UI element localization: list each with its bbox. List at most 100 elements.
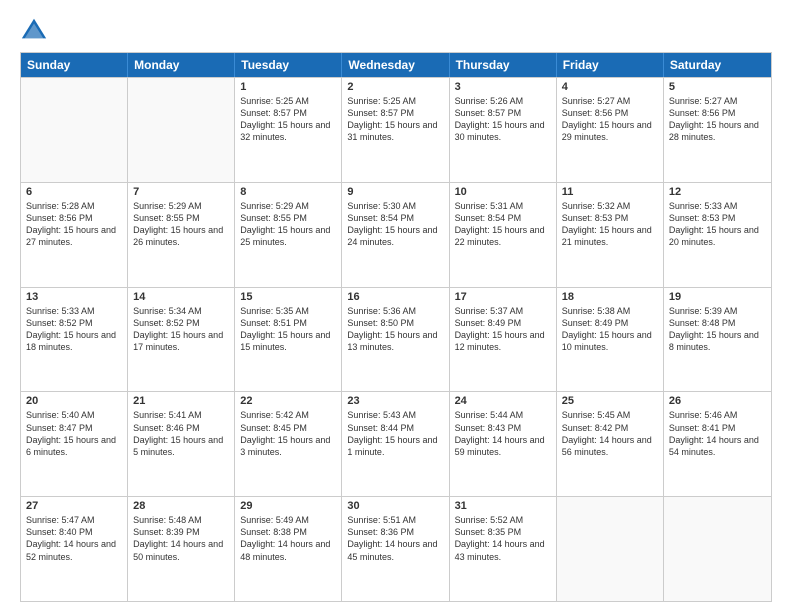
calendar-header: SundayMondayTuesdayWednesdayThursdayFrid… xyxy=(21,53,771,77)
day-number: 18 xyxy=(562,291,658,303)
logo-icon xyxy=(20,16,48,44)
cell-info: Sunrise: 5:37 AMSunset: 8:49 PMDaylight:… xyxy=(455,305,551,354)
header-day-wednesday: Wednesday xyxy=(342,53,449,77)
day-number: 25 xyxy=(562,395,658,407)
cell-info: Sunrise: 5:25 AMSunset: 8:57 PMDaylight:… xyxy=(347,95,443,144)
day-number: 19 xyxy=(669,291,766,303)
day-number: 16 xyxy=(347,291,443,303)
calendar-cell: 9 Sunrise: 5:30 AMSunset: 8:54 PMDaylight… xyxy=(342,183,449,287)
calendar-cell: 3 Sunrise: 5:26 AMSunset: 8:57 PMDaylight… xyxy=(450,78,557,182)
cell-info: Sunrise: 5:49 AMSunset: 8:38 PMDaylight:… xyxy=(240,514,336,563)
cell-info: Sunrise: 5:28 AMSunset: 8:56 PMDaylight:… xyxy=(26,200,122,249)
calendar-cell: 5 Sunrise: 5:27 AMSunset: 8:56 PMDaylight… xyxy=(664,78,771,182)
calendar-cell: 2 Sunrise: 5:25 AMSunset: 8:57 PMDaylight… xyxy=(342,78,449,182)
calendar-cell: 4Sunrise: 5:27 AMSunset: 8:56 PMDaylight… xyxy=(557,78,664,182)
calendar-cell: 23 Sunrise: 5:43 AMSunset: 8:44 PMDayligh… xyxy=(342,392,449,496)
day-number: 23 xyxy=(347,395,443,407)
header-day-friday: Friday xyxy=(557,53,664,77)
calendar-cell xyxy=(557,497,664,601)
day-number: 9 xyxy=(347,186,443,198)
day-number: 1 xyxy=(240,81,336,93)
cell-info: Sunrise: 5:30 AMSunset: 8:54 PMDaylight:… xyxy=(347,200,443,249)
calendar-cell: 8 Sunrise: 5:29 AMSunset: 8:55 PMDaylight… xyxy=(235,183,342,287)
calendar-row-0: 1 Sunrise: 5:25 AMSunset: 8:57 PMDaylight… xyxy=(21,77,771,182)
header-day-sunday: Sunday xyxy=(21,53,128,77)
calendar-cell: 17 Sunrise: 5:37 AMSunset: 8:49 PMDayligh… xyxy=(450,288,557,392)
day-number: 17 xyxy=(455,291,551,303)
calendar-cell: 18 Sunrise: 5:38 AMSunset: 8:49 PMDayligh… xyxy=(557,288,664,392)
header-day-saturday: Saturday xyxy=(664,53,771,77)
logo xyxy=(20,16,52,44)
calendar-cell: 6 Sunrise: 5:28 AMSunset: 8:56 PMDaylight… xyxy=(21,183,128,287)
calendar-cell: 19 Sunrise: 5:39 AMSunset: 8:48 PMDayligh… xyxy=(664,288,771,392)
header xyxy=(20,16,772,44)
cell-info: Sunrise: 5:31 AMSunset: 8:54 PMDaylight:… xyxy=(455,200,551,249)
calendar: SundayMondayTuesdayWednesdayThursdayFrid… xyxy=(20,52,772,602)
cell-info: Sunrise: 5:34 AMSunset: 8:52 PMDaylight:… xyxy=(133,305,229,354)
cell-info: Sunrise: 5:29 AMSunset: 8:55 PMDaylight:… xyxy=(240,200,336,249)
calendar-cell xyxy=(664,497,771,601)
day-number: 12 xyxy=(669,186,766,198)
cell-info: Sunrise: 5:26 AMSunset: 8:57 PMDaylight:… xyxy=(455,95,551,144)
day-number: 24 xyxy=(455,395,551,407)
calendar-cell: 28 Sunrise: 5:48 AMSunset: 8:39 PMDayligh… xyxy=(128,497,235,601)
cell-info: Sunrise: 5:36 AMSunset: 8:50 PMDaylight:… xyxy=(347,305,443,354)
calendar-cell: 15Sunrise: 5:35 AMSunset: 8:51 PMDayligh… xyxy=(235,288,342,392)
day-number: 2 xyxy=(347,81,443,93)
calendar-cell: 22Sunrise: 5:42 AMSunset: 8:45 PMDayligh… xyxy=(235,392,342,496)
calendar-row-3: 20 Sunrise: 5:40 AMSunset: 8:47 PMDayligh… xyxy=(21,391,771,496)
calendar-cell: 13Sunrise: 5:33 AMSunset: 8:52 PMDayligh… xyxy=(21,288,128,392)
calendar-body: 1 Sunrise: 5:25 AMSunset: 8:57 PMDaylight… xyxy=(21,77,771,601)
day-number: 28 xyxy=(133,500,229,512)
cell-info: Sunrise: 5:39 AMSunset: 8:48 PMDaylight:… xyxy=(669,305,766,354)
day-number: 26 xyxy=(669,395,766,407)
calendar-row-1: 6 Sunrise: 5:28 AMSunset: 8:56 PMDaylight… xyxy=(21,182,771,287)
calendar-cell: 29 Sunrise: 5:49 AMSunset: 8:38 PMDayligh… xyxy=(235,497,342,601)
day-number: 14 xyxy=(133,291,229,303)
day-number: 31 xyxy=(455,500,551,512)
calendar-cell: 16 Sunrise: 5:36 AMSunset: 8:50 PMDayligh… xyxy=(342,288,449,392)
calendar-cell: 21Sunrise: 5:41 AMSunset: 8:46 PMDayligh… xyxy=(128,392,235,496)
calendar-cell xyxy=(128,78,235,182)
calendar-cell: 27 Sunrise: 5:47 AMSunset: 8:40 PMDayligh… xyxy=(21,497,128,601)
calendar-cell: 25Sunrise: 5:45 AMSunset: 8:42 PMDayligh… xyxy=(557,392,664,496)
cell-info: Sunrise: 5:44 AMSunset: 8:43 PMDaylight:… xyxy=(455,409,551,458)
calendar-cell: 14 Sunrise: 5:34 AMSunset: 8:52 PMDayligh… xyxy=(128,288,235,392)
header-day-monday: Monday xyxy=(128,53,235,77)
day-number: 10 xyxy=(455,186,551,198)
calendar-cell: 1 Sunrise: 5:25 AMSunset: 8:57 PMDaylight… xyxy=(235,78,342,182)
cell-info: Sunrise: 5:41 AMSunset: 8:46 PMDaylight:… xyxy=(133,409,229,458)
cell-info: Sunrise: 5:43 AMSunset: 8:44 PMDaylight:… xyxy=(347,409,443,458)
calendar-cell: 31 Sunrise: 5:52 AMSunset: 8:35 PMDayligh… xyxy=(450,497,557,601)
day-number: 27 xyxy=(26,500,122,512)
cell-info: Sunrise: 5:32 AMSunset: 8:53 PMDaylight:… xyxy=(562,200,658,249)
day-number: 3 xyxy=(455,81,551,93)
cell-info: Sunrise: 5:27 AMSunset: 8:56 PMDaylight:… xyxy=(669,95,766,144)
calendar-row-2: 13Sunrise: 5:33 AMSunset: 8:52 PMDayligh… xyxy=(21,287,771,392)
cell-info: Sunrise: 5:27 AMSunset: 8:56 PMDaylight:… xyxy=(562,95,658,144)
calendar-cell: 24 Sunrise: 5:44 AMSunset: 8:43 PMDayligh… xyxy=(450,392,557,496)
cell-info: Sunrise: 5:35 AMSunset: 8:51 PMDaylight:… xyxy=(240,305,336,354)
day-number: 20 xyxy=(26,395,122,407)
calendar-cell: 26 Sunrise: 5:46 AMSunset: 8:41 PMDayligh… xyxy=(664,392,771,496)
day-number: 6 xyxy=(26,186,122,198)
calendar-cell xyxy=(21,78,128,182)
day-number: 7 xyxy=(133,186,229,198)
cell-info: Sunrise: 5:25 AMSunset: 8:57 PMDaylight:… xyxy=(240,95,336,144)
cell-info: Sunrise: 5:52 AMSunset: 8:35 PMDaylight:… xyxy=(455,514,551,563)
day-number: 8 xyxy=(240,186,336,198)
cell-info: Sunrise: 5:33 AMSunset: 8:52 PMDaylight:… xyxy=(26,305,122,354)
day-number: 11 xyxy=(562,186,658,198)
cell-info: Sunrise: 5:47 AMSunset: 8:40 PMDaylight:… xyxy=(26,514,122,563)
cell-info: Sunrise: 5:38 AMSunset: 8:49 PMDaylight:… xyxy=(562,305,658,354)
cell-info: Sunrise: 5:40 AMSunset: 8:47 PMDaylight:… xyxy=(26,409,122,458)
cell-info: Sunrise: 5:46 AMSunset: 8:41 PMDaylight:… xyxy=(669,409,766,458)
cell-info: Sunrise: 5:51 AMSunset: 8:36 PMDaylight:… xyxy=(347,514,443,563)
cell-info: Sunrise: 5:33 AMSunset: 8:53 PMDaylight:… xyxy=(669,200,766,249)
header-day-tuesday: Tuesday xyxy=(235,53,342,77)
header-day-thursday: Thursday xyxy=(450,53,557,77)
cell-info: Sunrise: 5:48 AMSunset: 8:39 PMDaylight:… xyxy=(133,514,229,563)
day-number: 29 xyxy=(240,500,336,512)
day-number: 5 xyxy=(669,81,766,93)
calendar-cell: 30Sunrise: 5:51 AMSunset: 8:36 PMDayligh… xyxy=(342,497,449,601)
